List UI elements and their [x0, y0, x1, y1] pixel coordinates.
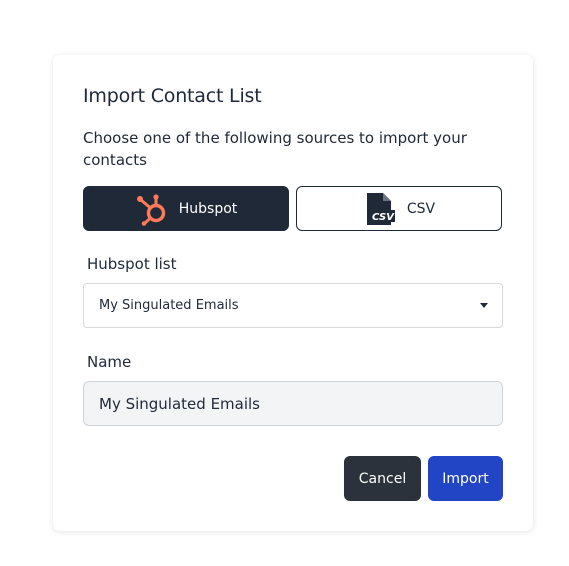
- import-button[interactable]: Import: [428, 456, 503, 501]
- hubspot-list-label: Hubspot list: [87, 255, 177, 273]
- csv-file-icon: CSV: [363, 192, 397, 226]
- import-contact-list-dialog: Import Contact List Choose one of the fo…: [53, 55, 533, 531]
- hubspot-icon: [135, 192, 169, 226]
- dialog-title: Import Contact List: [83, 85, 262, 107]
- csv-source-button[interactable]: CSV CSV: [296, 186, 502, 231]
- csv-source-label: CSV: [406, 200, 436, 217]
- svg-text:CSV: CSV: [372, 212, 395, 223]
- cancel-button[interactable]: Cancel: [344, 456, 421, 501]
- hubspot-list-selected-value: My Singulated Emails: [99, 298, 239, 313]
- hubspot-source-label: Hubspot: [178, 200, 238, 217]
- dialog-subtitle: Choose one of the following sources to i…: [83, 129, 467, 169]
- chevron-down-icon: [480, 303, 488, 308]
- name-label: Name: [87, 353, 132, 371]
- hubspot-list-select[interactable]: My Singulated Emails: [83, 283, 503, 328]
- name-input[interactable]: [83, 381, 503, 426]
- hubspot-source-button[interactable]: Hubspot: [83, 186, 289, 231]
